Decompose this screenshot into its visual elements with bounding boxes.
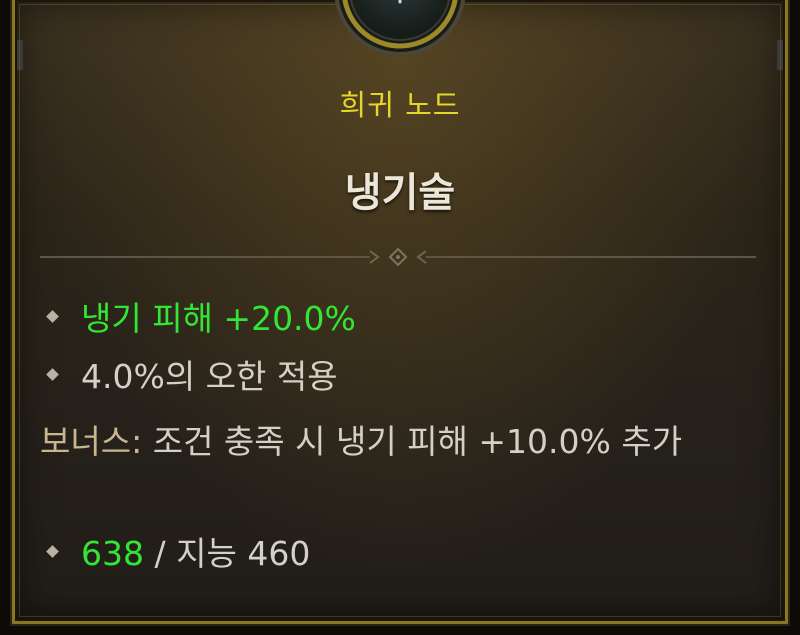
- requirement-row: 638 / 지능 460: [46, 527, 311, 575]
- bonus-label: 보너스:: [40, 422, 143, 461]
- effect-row-2: 4.0%의 오한 적용: [46, 350, 338, 398]
- ornament-divider-icon: [40, 247, 756, 267]
- paragon-node-emblem-icon: [334, 0, 466, 56]
- requirement-value: 460: [247, 534, 311, 573]
- requirement-current: 638: [81, 534, 144, 573]
- diamond-bullet-icon: [46, 368, 59, 381]
- frame-corner-right: [777, 40, 783, 70]
- node-title: 냉기술: [344, 170, 456, 216]
- diamond-bullet-icon: [46, 545, 59, 558]
- effect-text-1: 냉기 피해 +20.0%: [81, 299, 356, 338]
- bonus-description: 보너스: 조건 충족 시 냉기 피해 +10.0% 추가: [40, 416, 760, 467]
- requirement-stat: 지능: [176, 534, 237, 573]
- bonus-text: 조건 충족 시 냉기 피해 +10.0% 추가: [152, 422, 683, 461]
- diamond-bullet-icon: [46, 310, 59, 323]
- frame-corner-left: [17, 40, 23, 70]
- rarity-label: 희귀 노드: [339, 88, 461, 122]
- effect-row-1: 냉기 피해 +20.0%: [46, 292, 356, 340]
- requirement-separator: /: [154, 534, 166, 573]
- effect-text-2: 4.0%의 오한 적용: [81, 357, 338, 396]
